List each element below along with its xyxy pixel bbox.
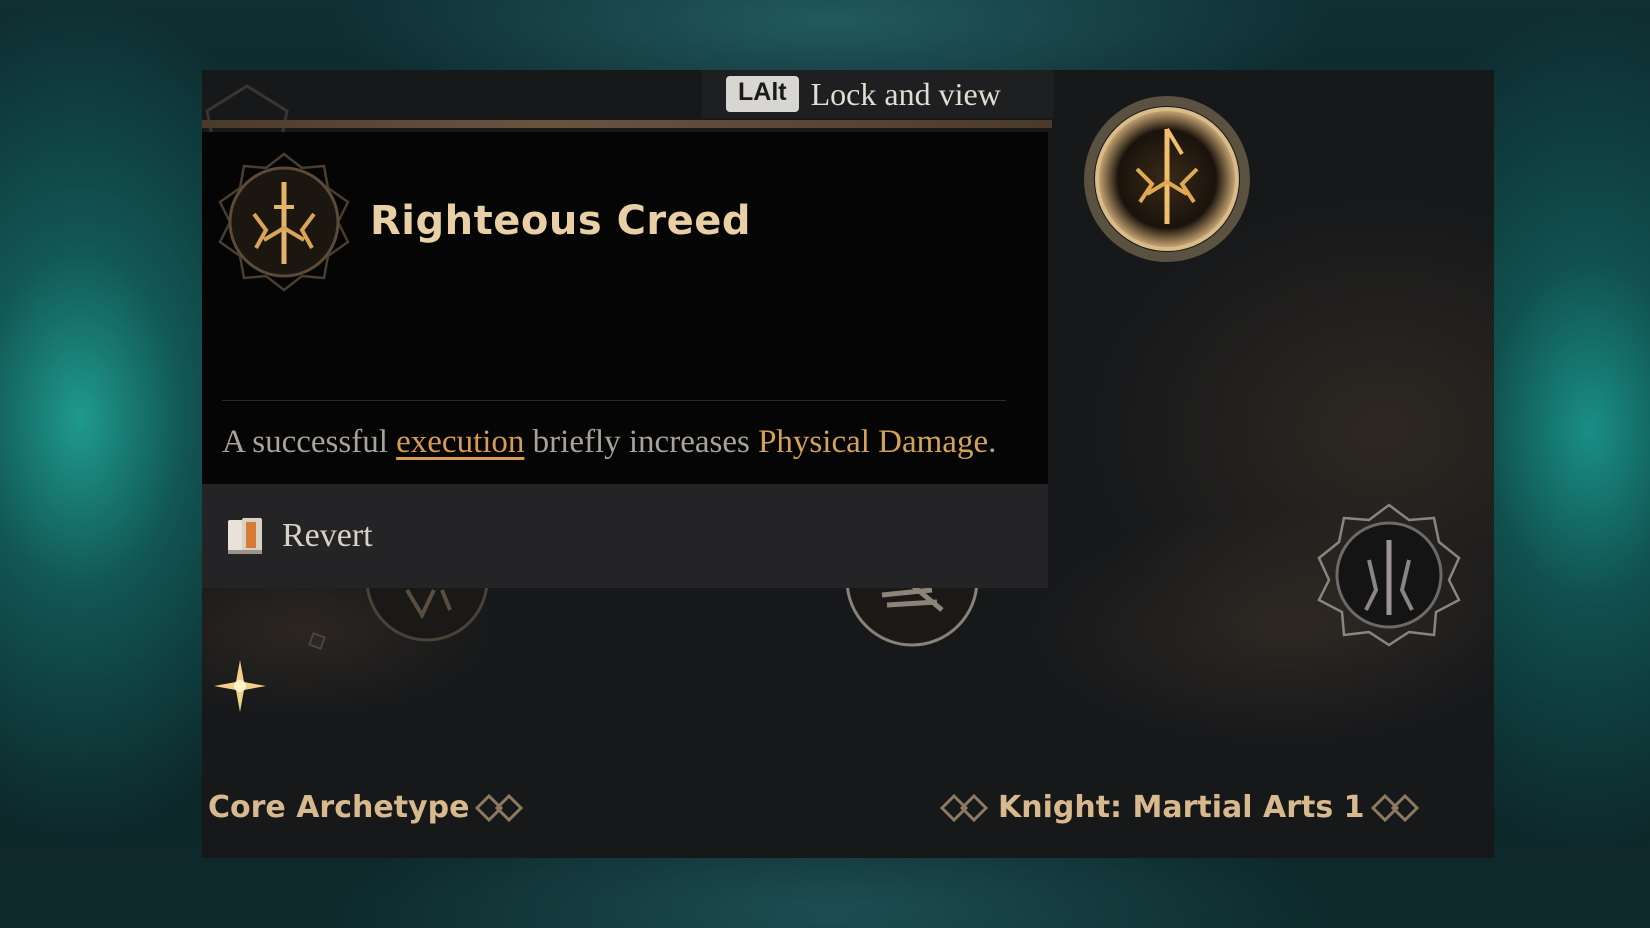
revert-book-icon — [228, 518, 262, 554]
desc-prefix: A successful — [222, 424, 397, 460]
diamond-ornament-icon — [940, 793, 989, 822]
skill-title: Righteous Creed — [370, 198, 752, 244]
knight-martial-arts-label: Knight: Martial Arts 1 — [940, 790, 1423, 825]
skill-tree-panel: LAlt Lock and view Righteous Creed A suc… — [202, 70, 1494, 858]
sparkle-icon — [214, 660, 266, 712]
desc-middle: briefly increases — [524, 424, 759, 460]
skill-tooltip: Righteous Creed A successful execution b… — [202, 132, 1048, 484]
physical-damage-keyword: Physical Damage — [758, 424, 989, 460]
revert-button[interactable]: Revert — [202, 484, 1048, 588]
execution-keyword-link[interactable]: execution — [396, 424, 524, 460]
tooltip-separator — [222, 400, 1006, 401]
core-archetype-label: Core Archetype — [208, 790, 527, 825]
revert-label: Revert — [282, 517, 373, 554]
knight-martial-arts-text: Knight: Martial Arts 1 — [998, 790, 1365, 825]
selected-skill-node-icon[interactable] — [1082, 94, 1252, 264]
diamond-ornament-icon — [475, 793, 524, 822]
core-archetype-text: Core Archetype — [208, 790, 470, 825]
lalt-key-badge: LAlt — [726, 76, 799, 112]
diamond-ornament-icon — [1370, 793, 1419, 822]
lock-and-view-hint: LAlt Lock and view — [702, 70, 1054, 118]
tooltip-top-divider — [202, 120, 1052, 128]
skill-description: A successful execution briefly increases… — [222, 419, 1012, 465]
path-dot-icon — [308, 632, 326, 650]
locked-skill-node-icon[interactable] — [1314, 500, 1464, 650]
lock-and-view-label: Lock and view — [810, 75, 1001, 112]
desc-suffix: . — [988, 424, 997, 460]
righteous-creed-skill-icon — [218, 152, 350, 292]
